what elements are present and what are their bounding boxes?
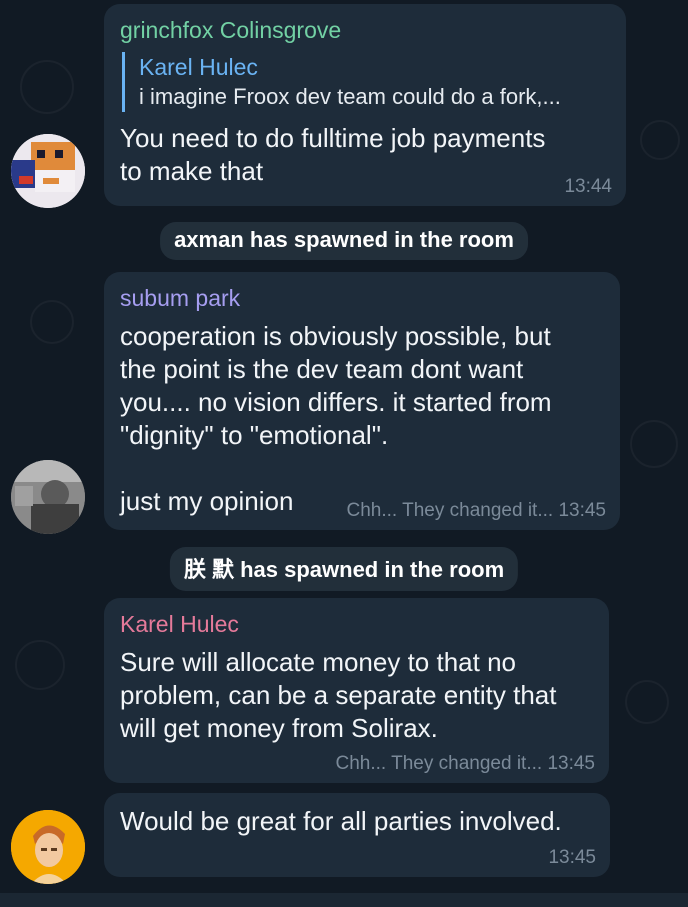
reply-quote[interactable]: Karel Hulec i imagine Froox dev team cou… bbox=[122, 52, 612, 112]
service-message: 朕 默 has spawned in the room bbox=[169, 547, 519, 591]
avatar-image bbox=[11, 810, 85, 884]
bottom-bar bbox=[0, 893, 688, 907]
message-bubble[interactable]: grinchfox Colinsgrove Karel Hulec i imag… bbox=[104, 4, 626, 206]
message-signature: Chh... They changed it... bbox=[335, 753, 543, 774]
avatar-subum-park[interactable] bbox=[11, 460, 85, 534]
wallpaper-doodle bbox=[640, 120, 680, 160]
message-signature: Chh... They changed it... bbox=[346, 500, 554, 521]
message-text: cooperation is obviously possible, but t… bbox=[120, 321, 552, 516]
message-meta: Chh... They changed it... 13:45 bbox=[336, 753, 596, 775]
message-text: Sure will allocate money to that no prob… bbox=[120, 647, 557, 743]
message-meta: Chh... They changed it... 13:45 bbox=[347, 500, 607, 522]
reply-text: i imagine Froox dev team could do a fork… bbox=[139, 84, 561, 109]
avatar-image bbox=[11, 460, 85, 534]
message-time: 13:45 bbox=[547, 753, 595, 774]
avatar-image bbox=[11, 134, 85, 208]
message-time: 13:45 bbox=[558, 500, 606, 521]
message-time: 13:45 bbox=[548, 847, 596, 868]
message-bubble[interactable]: Karel Hulec Sure will allocate money to … bbox=[104, 598, 609, 783]
sender-name[interactable]: subum park bbox=[120, 284, 606, 312]
service-message: axman has spawned in the room bbox=[160, 222, 528, 260]
wallpaper-doodle bbox=[20, 60, 74, 114]
message-text: Would be great for all parties involved. bbox=[120, 806, 562, 836]
message-time: 13:44 bbox=[564, 176, 612, 197]
wallpaper-doodle bbox=[30, 300, 74, 344]
wallpaper-doodle bbox=[15, 640, 65, 690]
reply-sender-name: Karel Hulec bbox=[139, 54, 258, 80]
chat-view: grinchfox Colinsgrove Karel Hulec i imag… bbox=[0, 0, 688, 907]
sender-name[interactable]: grinchfox Colinsgrove bbox=[120, 16, 612, 44]
message-text: You need to do fulltime job payments to … bbox=[120, 123, 546, 186]
avatar-grinchfox[interactable] bbox=[11, 134, 85, 208]
sender-name[interactable]: Karel Hulec bbox=[120, 610, 595, 638]
message-bubble[interactable]: subum park cooperation is obviously poss… bbox=[104, 272, 620, 530]
avatar-karel-hulec[interactable] bbox=[11, 810, 85, 884]
wallpaper-doodle bbox=[625, 680, 669, 724]
message-bubble[interactable]: Would be great for all parties involved.… bbox=[104, 793, 610, 877]
wallpaper-doodle bbox=[630, 420, 678, 468]
